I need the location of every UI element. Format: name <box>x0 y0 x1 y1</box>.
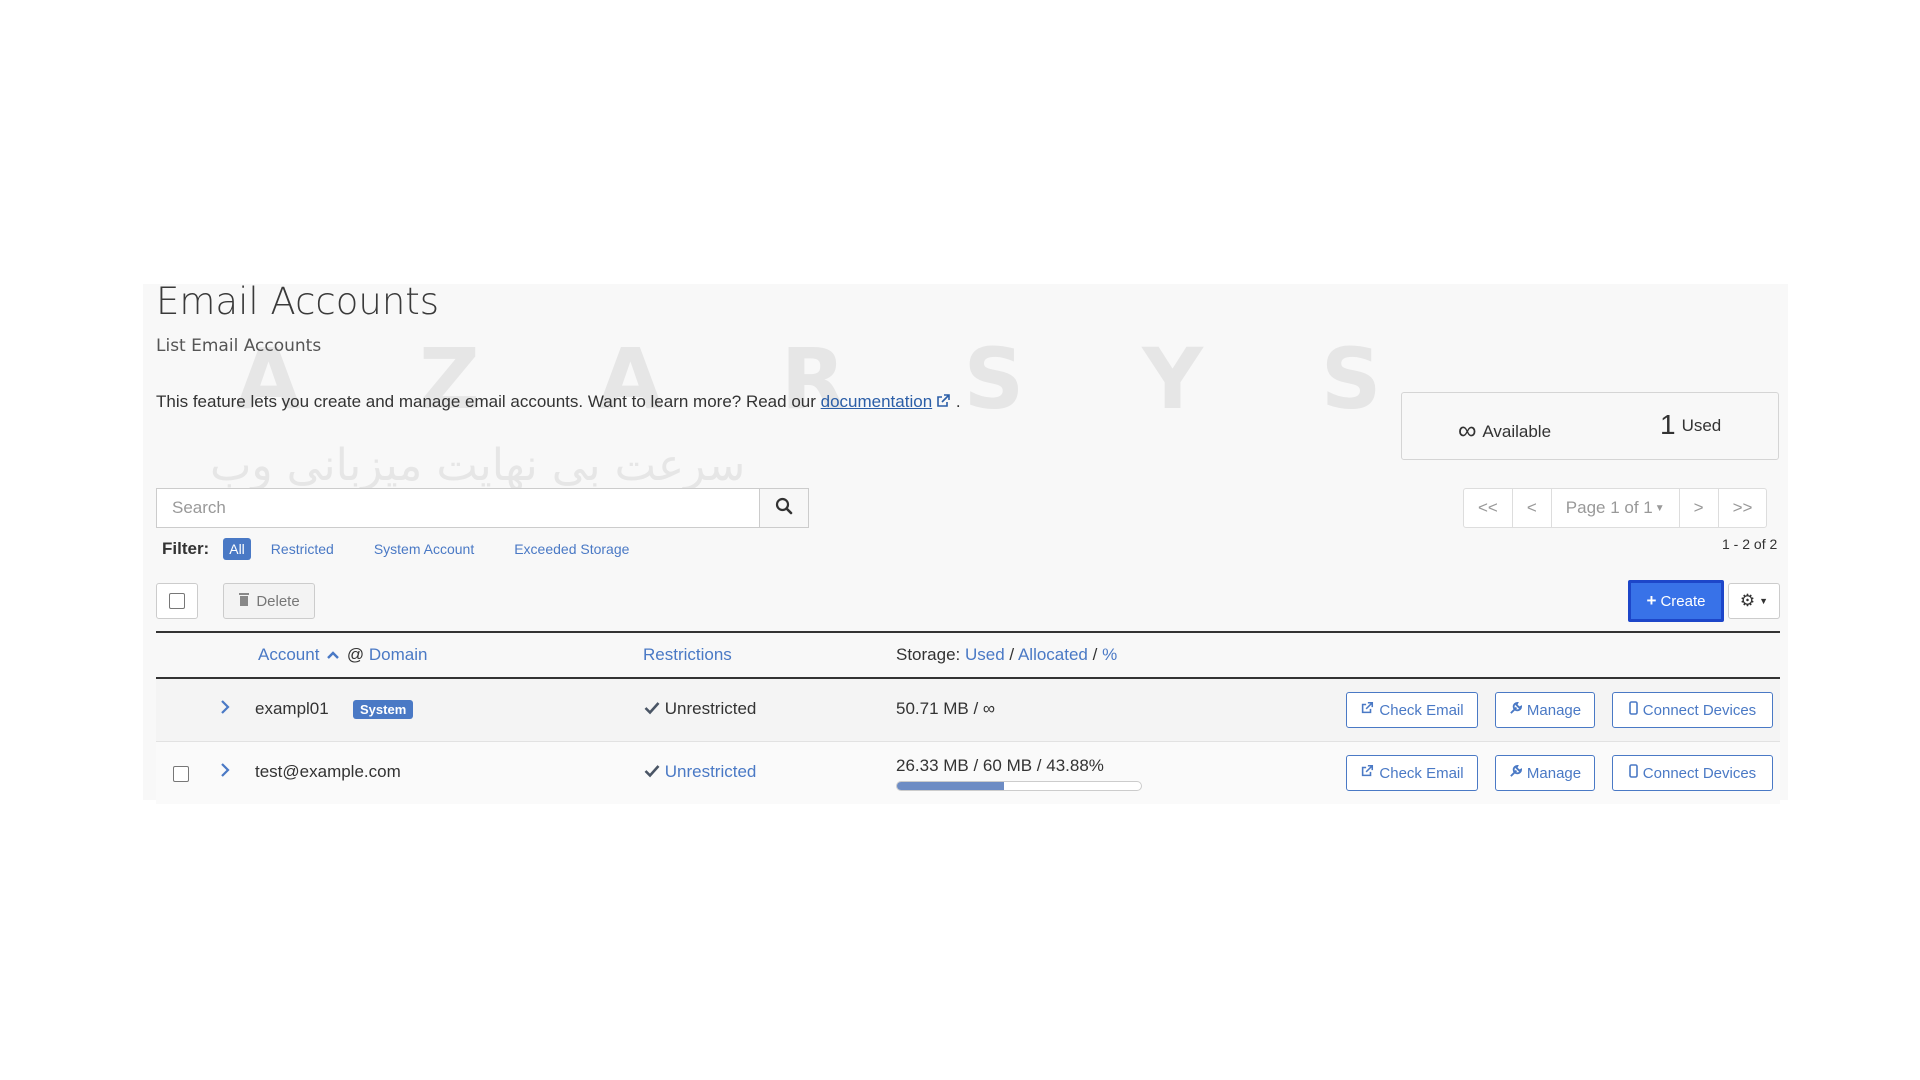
first-page-button[interactable]: << <box>1464 489 1513 527</box>
restriction-status: Unrestricted <box>644 762 756 782</box>
filter-exceeded-storage[interactable]: Exceeded Storage <box>508 538 635 560</box>
select-all-checkbox[interactable] <box>156 583 198 619</box>
storage-sep-2: / <box>1092 645 1098 664</box>
sort-account-link[interactable]: Account <box>258 645 319 664</box>
gear-icon: ⚙ <box>1739 591 1756 610</box>
column-header-restrictions: Restrictions <box>643 645 732 665</box>
prev-page-button[interactable]: < <box>1513 489 1552 527</box>
search-icon <box>775 497 793 520</box>
create-label: Create <box>1660 592 1706 610</box>
restriction-link[interactable]: Unrestricted <box>665 762 757 781</box>
page-select[interactable]: Page 1 of 1 ▼ <box>1552 489 1680 527</box>
mobile-phone-icon <box>1628 701 1638 719</box>
storage-usage: 50.71 MB / ∞ <box>896 699 996 718</box>
row-select-checkbox[interactable] <box>173 766 189 782</box>
filter-bar: Filter: All Restricted System Account Ex… <box>162 538 663 560</box>
restriction-status: Unrestricted <box>644 699 756 719</box>
page-title: Email Accounts <box>156 280 440 323</box>
settings-dropdown-button[interactable]: ⚙ ▼ <box>1728 583 1780 619</box>
storage-label: Storage: <box>896 645 961 664</box>
storage-progress-fill <box>897 782 1005 790</box>
table-top-rule <box>156 631 1780 633</box>
next-page-button[interactable]: > <box>1680 489 1719 527</box>
results-range: 1 - 2 of 2 <box>1722 536 1778 552</box>
caret-down-icon: ▼ <box>1759 596 1769 606</box>
filter-system-account[interactable]: System Account <box>368 538 480 560</box>
connect-devices-button[interactable]: Connect Devices <box>1612 755 1773 791</box>
account-stats-box: ∞ Available 1 Used <box>1401 392 1779 460</box>
expand-row-icon[interactable] <box>220 699 230 720</box>
page-subtitle: List Email Accounts <box>156 336 322 356</box>
account-name: test@example.com <box>255 762 401 781</box>
create-button[interactable]: + Create <box>1628 580 1724 622</box>
manage-label: Manage <box>1526 701 1582 719</box>
check-icon <box>644 762 660 781</box>
manage-button[interactable]: Manage <box>1495 692 1595 728</box>
used-count: 1 <box>1660 409 1676 440</box>
used-label: Used <box>1681 416 1722 435</box>
storage-sep-1: / <box>1009 645 1015 664</box>
wrench-icon <box>1509 701 1522 719</box>
connect-devices-label: Connect Devices <box>1642 701 1757 719</box>
column-header-account: Account @ Domain <box>258 645 428 665</box>
available-stat: ∞ Available <box>1458 415 1551 446</box>
pagination: << < Page 1 of 1 ▼ > >> <box>1463 488 1768 528</box>
search-box <box>156 488 809 528</box>
sort-used-link[interactable]: Used <box>965 645 1005 664</box>
at-symbol: @ <box>346 645 365 664</box>
page-description: This feature lets you create and manage … <box>156 392 961 412</box>
sort-restrictions-link[interactable]: Restrictions <box>643 645 732 664</box>
sort-percent-link[interactable]: % <box>1102 645 1117 664</box>
account-name: exampl01 <box>255 699 329 718</box>
plus-icon: + <box>1646 591 1657 610</box>
delete-label: Delete <box>256 592 300 610</box>
delete-button[interactable]: Delete <box>223 583 315 619</box>
manage-button[interactable]: Manage <box>1495 755 1595 791</box>
check-email-label: Check Email <box>1379 764 1464 782</box>
infinity-icon: ∞ <box>1458 415 1477 445</box>
filter-all[interactable]: All <box>223 538 251 560</box>
table-row: test@example.com Unrestricted 26.33 MB /… <box>156 742 1780 804</box>
filter-label: Filter: <box>162 539 210 558</box>
description-text: This feature lets you create and manage … <box>156 392 816 411</box>
external-link-icon <box>935 392 951 411</box>
check-email-button[interactable]: Check Email <box>1346 692 1478 728</box>
connect-devices-button[interactable]: Connect Devices <box>1612 692 1773 728</box>
restriction-label: Unrestricted <box>664 699 757 718</box>
documentation-link-label: documentation <box>820 392 933 411</box>
documentation-link[interactable]: documentation <box>821 392 933 411</box>
external-link-icon <box>1360 701 1374 719</box>
filter-restricted[interactable]: Restricted <box>265 538 340 560</box>
trash-icon <box>238 592 250 610</box>
available-label: Available <box>1482 422 1552 441</box>
manage-label: Manage <box>1526 764 1582 782</box>
checkbox-square <box>173 766 189 782</box>
storage-progress-bar <box>896 781 1142 791</box>
system-badge: System <box>353 700 414 719</box>
used-stat: 1 Used <box>1660 409 1721 441</box>
caret-down-icon: ▼ <box>1654 502 1665 514</box>
check-email-button[interactable]: Check Email <box>1346 755 1478 791</box>
sort-allocated-link[interactable]: Allocated <box>1018 645 1088 664</box>
page-select-label: Page 1 of 1 <box>1565 498 1653 517</box>
search-input[interactable] <box>157 489 759 527</box>
expand-row-icon[interactable] <box>220 762 230 783</box>
sort-domain-link[interactable]: Domain <box>369 645 428 664</box>
wrench-icon <box>1509 764 1522 782</box>
external-link-icon <box>1360 764 1374 782</box>
check-email-label: Check Email <box>1379 701 1464 719</box>
connect-devices-label: Connect Devices <box>1642 764 1757 782</box>
search-button[interactable] <box>759 489 808 527</box>
check-icon <box>644 699 660 718</box>
storage-usage: 26.33 MB / 60 MB / 43.88% <box>896 756 1104 775</box>
table-row: exampl01 System Unrestricted 50.71 MB / … <box>156 679 1780 742</box>
sort-ascending-icon <box>324 645 342 664</box>
mobile-phone-icon <box>1628 764 1638 782</box>
description-period: . <box>955 392 961 411</box>
column-header-storage: Storage: Used / Allocated / % <box>896 645 1117 665</box>
last-page-button[interactable]: >> <box>1719 489 1767 527</box>
checkbox-square <box>169 593 185 609</box>
